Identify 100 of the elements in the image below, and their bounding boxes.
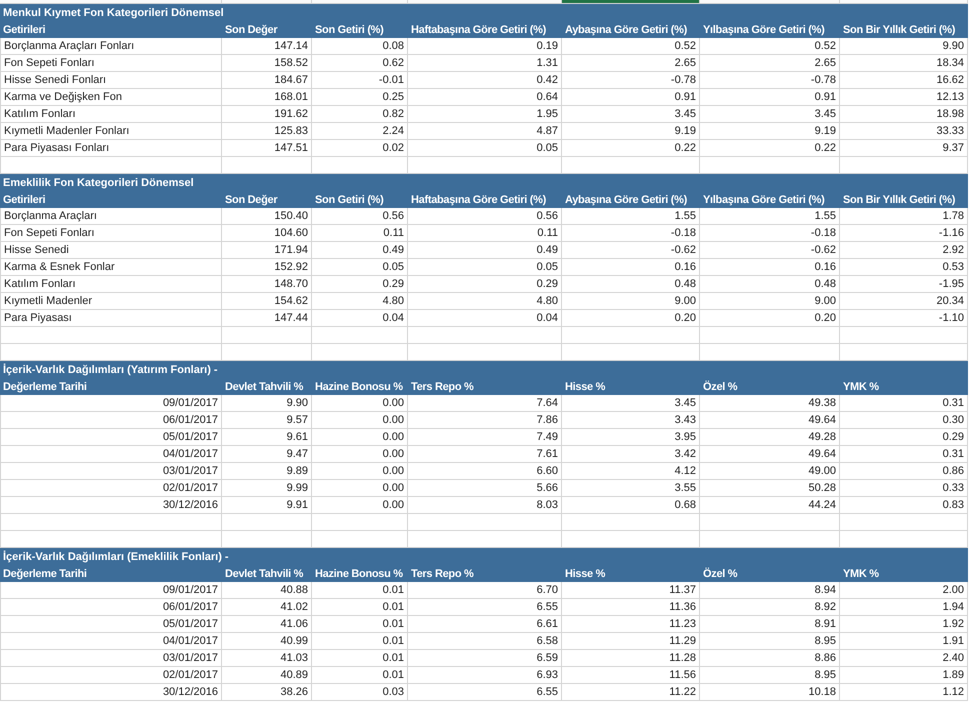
sheet-cell[interactable] <box>700 0 840 4</box>
table-cell: 0.53 <box>942 261 964 273</box>
table-cell: 8.95 <box>814 669 836 681</box>
table-cell: 9.19 <box>814 125 836 137</box>
table-cell: 41.06 <box>280 618 308 630</box>
table-cell: 0.91 <box>674 91 696 103</box>
table-cell: 0.82 <box>382 108 404 120</box>
table-cell: 9.89 <box>286 465 308 477</box>
table-cell: Para Piyasası Fonları <box>4 142 110 154</box>
table-cell: 0.00 <box>382 499 404 511</box>
table-cell: 0.04 <box>536 312 558 324</box>
table-cell: 1.94 <box>942 601 964 613</box>
table-cell: 0.52 <box>814 40 836 52</box>
empty-cell[interactable] <box>700 327 840 344</box>
table-cell: -1.95 <box>938 278 964 290</box>
table-cell: 5.66 <box>536 482 558 494</box>
sheet-cell[interactable] <box>562 0 700 4</box>
table-cell: 3.45 <box>814 108 836 120</box>
empty-cell[interactable] <box>222 327 312 344</box>
table-cell: 147.44 <box>274 312 308 324</box>
table-cell: 41.02 <box>280 601 308 613</box>
empty-cell[interactable] <box>408 514 562 531</box>
table-cell: 3.43 <box>674 414 696 426</box>
sheet-cell[interactable] <box>222 0 312 4</box>
table-cell: 0.01 <box>382 618 404 630</box>
empty-cell[interactable] <box>562 514 700 531</box>
table-cell: -1.10 <box>938 312 964 324</box>
table-cell: 11.37 <box>669 584 696 596</box>
column-header: Aybaşına Göre Getiri (%) <box>564 194 688 206</box>
table-cell: 3.95 <box>674 431 696 443</box>
column-header: Son Bir Yıllık Getiri (%) <box>842 194 956 206</box>
empty-cell[interactable] <box>562 327 700 344</box>
table-cell: 1.95 <box>536 108 558 120</box>
column-header: Devlet Tahvili % <box>224 380 304 392</box>
table-cell: 04/01/2017 <box>162 448 218 460</box>
table-cell: 03/01/2017 <box>162 652 218 664</box>
table-cell: 158.52 <box>274 57 308 69</box>
empty-cell[interactable] <box>222 514 312 531</box>
table-cell: -0.01 <box>378 74 404 86</box>
table-cell: 0.16 <box>674 261 696 273</box>
sheet-cell[interactable] <box>840 0 968 4</box>
table-cell: 16.62 <box>936 74 964 86</box>
table-cell: 0.08 <box>382 40 404 52</box>
empty-cell[interactable] <box>0 514 222 531</box>
table-cell: 9.91 <box>286 499 308 511</box>
sheet-cell[interactable] <box>0 0 222 4</box>
empty-cell[interactable] <box>840 514 968 531</box>
table-cell: 1.12 <box>942 686 964 698</box>
table-cell: 0.16 <box>814 261 836 273</box>
table-cell: 0.00 <box>382 431 404 443</box>
table-cell: 06/01/2017 <box>162 414 218 426</box>
table-cell: 0.22 <box>674 142 696 154</box>
table-cell: 191.62 <box>274 108 308 120</box>
empty-cell[interactable] <box>408 327 562 344</box>
column-header: Son Getiri (%) <box>314 194 385 206</box>
empty-cell[interactable] <box>700 514 840 531</box>
table-cell: 9.57 <box>286 414 308 426</box>
table-cell: 9.00 <box>674 295 696 307</box>
table-cell: 2.40 <box>942 652 964 664</box>
table-cell: 125.83 <box>274 125 308 137</box>
table-cell: 20.34 <box>936 295 964 307</box>
table-cell: 8.91 <box>814 618 836 630</box>
table-cell: 0.11 <box>383 227 404 239</box>
table-cell: Kıymetli Madenler Fonları <box>4 125 130 137</box>
table-cell: 12.13 <box>936 91 964 103</box>
table-cell: 0.00 <box>382 448 404 460</box>
table-cell: 154.62 <box>274 295 308 307</box>
table-cell: 9.00 <box>814 295 836 307</box>
empty-cell[interactable] <box>0 327 222 344</box>
table-cell: 49.00 <box>808 465 836 477</box>
table-cell: 0.25 <box>382 91 404 103</box>
table-cell: 148.70 <box>274 278 308 290</box>
table-cell: 0.05 <box>536 142 558 154</box>
table-cell: 3.55 <box>674 482 696 494</box>
empty-cell[interactable] <box>840 327 968 344</box>
sheet-cell[interactable] <box>312 0 408 4</box>
table-cell: 0.52 <box>674 40 696 52</box>
table-cell: 0.30 <box>942 414 964 426</box>
table-cell: 0.83 <box>942 499 964 511</box>
table-cell: 02/01/2017 <box>162 669 218 681</box>
table-cell: 0.48 <box>814 278 836 290</box>
table-cell: 0.91 <box>814 91 836 103</box>
column-header: Özel % <box>702 380 738 392</box>
empty-cell[interactable] <box>312 327 408 344</box>
table-cell: 0.05 <box>536 261 558 273</box>
column-header: Haftabaşına Göre Getiri (%) <box>410 24 547 36</box>
empty-cell[interactable] <box>312 514 408 531</box>
table-cell: 10.18 <box>808 686 836 698</box>
table-cell: 0.49 <box>382 244 404 256</box>
sheet-cell[interactable] <box>408 0 562 4</box>
table-cell: 7.86 <box>536 414 558 426</box>
column-header: Son Getiri (%) <box>314 24 385 36</box>
section-title: İçerik-Varlık Dağılımları (Yatırım Fonları) - <box>2 364 219 376</box>
table-cell: 6.55 <box>536 686 558 698</box>
column-header: Ters Repo % <box>410 568 475 580</box>
table-cell: Borçlanma Araçları <box>4 210 97 222</box>
column-header: Son Değer <box>224 24 278 36</box>
table-cell: Kıymetli Madenler <box>4 295 92 307</box>
table-cell: 40.89 <box>280 669 308 681</box>
table-cell: 09/01/2017 <box>162 584 218 596</box>
